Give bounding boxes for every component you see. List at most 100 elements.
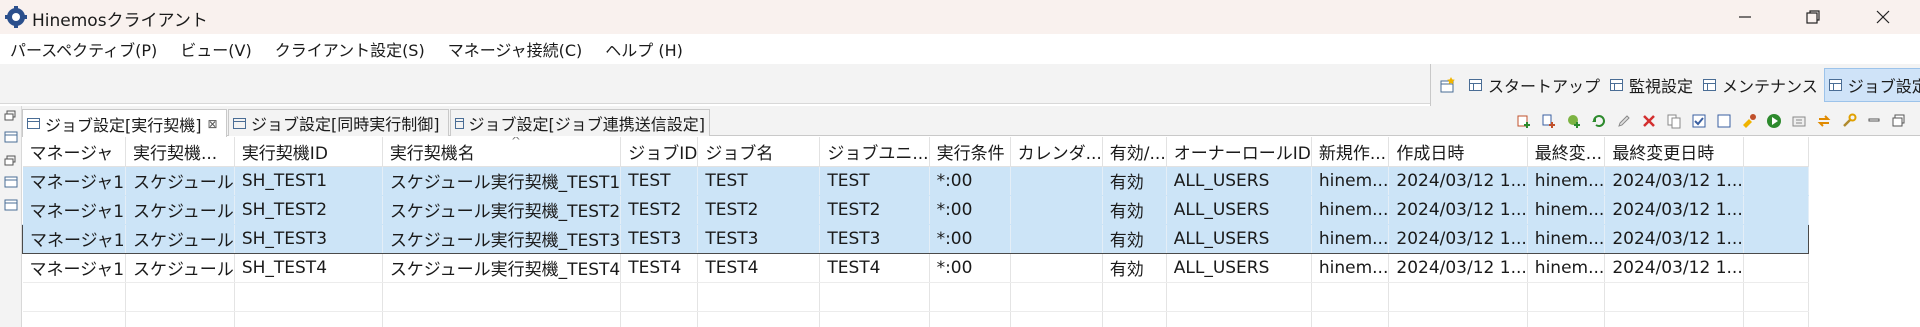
add-schedule-button[interactable] [1513, 110, 1535, 132]
table-cell-empty [1311, 311, 1390, 327]
enable-button[interactable] [1688, 110, 1710, 132]
column-header[interactable]: 実行契機名 ^ [382, 137, 622, 167]
table-cell-empty [620, 282, 699, 312]
table-row[interactable]: マネージャ1 スケジュール SH_TEST2 スケジュール実行契機_TEST2 TEST… [22, 195, 1809, 225]
delete-button[interactable] [1638, 110, 1660, 132]
tab-concurrency-control[interactable]: ジョブ設定[同時実行制御] [228, 109, 449, 136]
table-cell: TEST3 [819, 223, 930, 254]
checkbox-empty-icon [1717, 114, 1731, 128]
view-minimize-button[interactable] [1863, 110, 1885, 132]
trigger-table: マネージャ 実行契機... 実行契機ID 実行契機名 ^ ジョブID ジョブ名 ジ… [22, 137, 1809, 327]
column-header[interactable]: 最終変... [1527, 137, 1606, 167]
table-cell: SH_TEST4 [234, 253, 383, 283]
column-header[interactable]: ジョブ名 [697, 137, 821, 167]
table-cell: スケジュール実行契機_TEST2 [382, 195, 622, 225]
table-row[interactable]: マネージャ1 スケジュール SH_TEST3 スケジュール実行契機_TEST3 TEST… [22, 223, 1809, 254]
table-cell: SH_TEST2 [234, 195, 383, 225]
table-cell: *:00 [929, 195, 1011, 225]
copy-icon [1667, 114, 1681, 129]
perspective-maintenance[interactable]: メンテナンス [1699, 68, 1824, 102]
tab-label: ジョブ設定[実行契機] [45, 115, 202, 135]
view-maximize-button[interactable] [1888, 110, 1910, 132]
copy-button[interactable] [1663, 110, 1685, 132]
wrench-icon [1843, 113, 1857, 127]
table-cell-empty [1527, 282, 1606, 312]
open-perspective-button[interactable] [1439, 73, 1457, 97]
table-cell: スケジュール [125, 223, 235, 254]
add-icon [1517, 115, 1530, 128]
tab-job-link-send-settings[interactable]: ジョブ設定[ジョブ連携送信設定] [450, 109, 710, 136]
close-tab-icon[interactable]: ⊠ [208, 117, 218, 131]
table-cell-empty [1388, 311, 1528, 327]
minimized-view-icon[interactable] [4, 131, 18, 143]
table-row[interactable]: マネージャ1 スケジュール SH_TEST4 スケジュール実行契機_TEST4 TEST… [22, 253, 1809, 283]
table-cell: TEST2 [697, 195, 821, 225]
column-header[interactable]: ジョブユニ... [819, 137, 930, 167]
perspective-monitor-settings[interactable]: 監視設定 [1606, 68, 1699, 102]
add-file-check-button[interactable] [1538, 110, 1560, 132]
column-header[interactable]: 実行条件 [929, 137, 1011, 167]
restore-button[interactable] [1784, 0, 1842, 34]
minimized-view-icon[interactable] [4, 176, 18, 188]
table-cell: スケジュール [125, 253, 235, 283]
table-cell-filler [1743, 195, 1809, 225]
column-header[interactable]: カレンダ... [1010, 137, 1103, 167]
refresh-button[interactable] [1588, 110, 1610, 132]
edit-button[interactable] [1613, 110, 1635, 132]
edit-icon [1618, 115, 1630, 127]
column-header[interactable]: 新規作... [1311, 137, 1390, 167]
minimize-button[interactable] [1716, 0, 1774, 34]
perspective-label: スタートアップ [1488, 77, 1601, 96]
filter-button[interactable] [1788, 110, 1810, 132]
table-cell-empty [1604, 311, 1744, 327]
restore-stack-icon[interactable] [4, 110, 18, 122]
table-cell [1010, 223, 1103, 254]
table-cell-empty [234, 282, 383, 312]
column-header[interactable]: 作成日時 [1388, 137, 1528, 167]
add-manual-button[interactable] [1563, 110, 1585, 132]
column-header[interactable]: オーナーロールID [1166, 137, 1312, 167]
menu-manager-connection[interactable]: マネージャ接続(C) [448, 37, 583, 61]
column-header[interactable]: 有効/... [1102, 137, 1167, 167]
tab-trigger-settings[interactable]: ジョブ設定[実行契機] ⊠ [22, 109, 227, 137]
close-icon [1876, 10, 1890, 24]
table-cell: *:00 [929, 166, 1011, 196]
sync-icon [1817, 115, 1831, 127]
table-cell: ALL_USERS [1166, 223, 1312, 254]
settings-button[interactable] [1838, 110, 1860, 132]
table-cell: TEST2 [819, 195, 930, 225]
column-header[interactable]: 実行契機... [125, 137, 235, 167]
empty-row [22, 282, 1809, 312]
table-cell-empty [382, 282, 622, 312]
column-header[interactable]: マネージャ [22, 137, 126, 167]
close-button[interactable] [1854, 0, 1912, 34]
object-privilege-button[interactable] [1738, 110, 1760, 132]
table-cell-empty [382, 311, 622, 327]
perspective-label: メンテナンス [1722, 77, 1818, 96]
menu-perspective[interactable]: パースペクティブ(P) [10, 37, 157, 61]
menu-help[interactable]: ヘルプ (H) [605, 37, 683, 61]
table-cell: 有効 [1102, 223, 1167, 254]
table-cell: TEST3 [620, 223, 699, 254]
menu-view[interactable]: ビュー(V) [180, 37, 251, 61]
perspective-startup[interactable]: スタートアップ [1465, 68, 1606, 102]
table-cell-empty [125, 282, 235, 312]
table-row[interactable]: マネージャ1 スケジュール SH_TEST1 スケジュール実行契機_TEST1 TEST… [22, 166, 1809, 196]
table-cell: 2024/03/12 1... [1604, 223, 1744, 254]
column-header[interactable]: ジョブID [620, 137, 699, 167]
table-cell-empty [1010, 282, 1103, 312]
minimized-view-icon[interactable] [4, 199, 18, 211]
menu-bar: パースペクティブ(P) ビュー(V) クライアント設定(S) マネージャ接続(C… [0, 34, 1920, 64]
table-cell-empty [1743, 311, 1809, 327]
sync-button[interactable] [1813, 110, 1835, 132]
disable-button[interactable] [1713, 110, 1735, 132]
table-cell: スケジュール実行契機_TEST3 [382, 223, 622, 254]
table-cell-empty [1388, 282, 1528, 312]
restore-stack-icon[interactable] [4, 155, 18, 167]
table-cell-empty [1166, 282, 1312, 312]
column-header[interactable]: 実行契機ID [234, 137, 383, 167]
menu-client-settings[interactable]: クライアント設定(S) [275, 37, 425, 61]
run-button[interactable] [1763, 110, 1785, 132]
column-header[interactable]: 最終変更日時 [1604, 137, 1744, 167]
perspective-job-settings[interactable]: ジョブ設定 [1823, 68, 1920, 102]
